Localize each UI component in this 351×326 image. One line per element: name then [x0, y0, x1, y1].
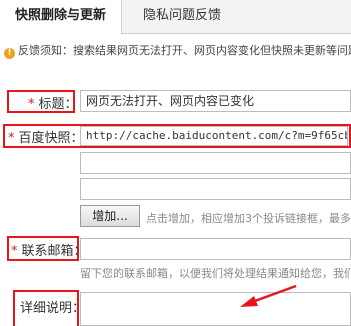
annotation-arrow — [240, 284, 297, 307]
